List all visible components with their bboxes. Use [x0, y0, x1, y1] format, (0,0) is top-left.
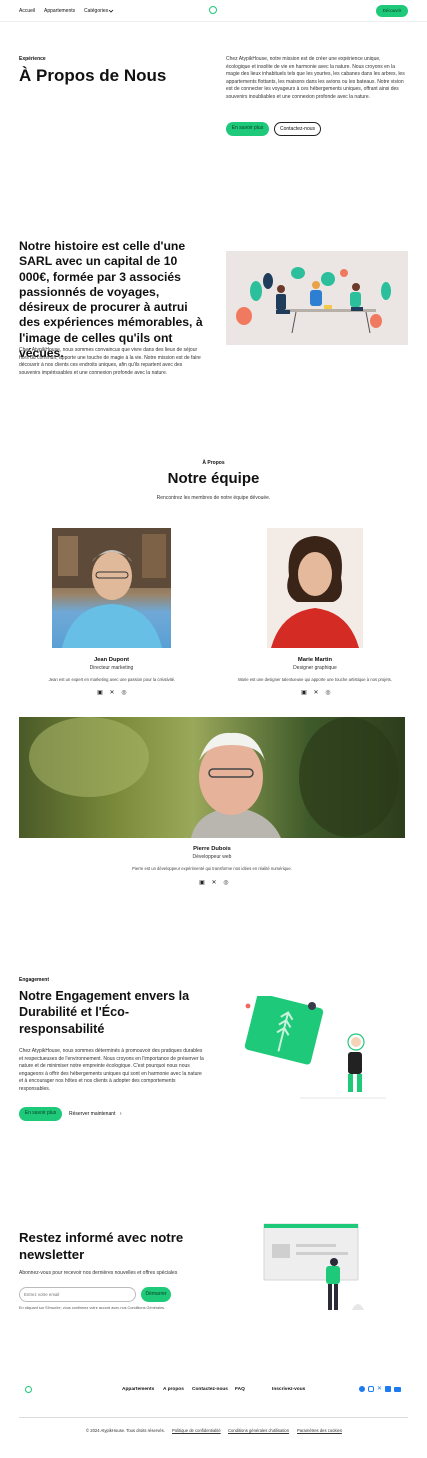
- member-name: Marie Martin: [297, 657, 333, 663]
- member-role: Directeur marketing: [89, 665, 134, 671]
- footer-social: ✕: [359, 1386, 402, 1392]
- newsletter-illustration: [262, 1222, 370, 1320]
- nav-link-accueil[interactable]: Accueil: [19, 8, 35, 14]
- team-kicker: À Propos: [202, 460, 225, 466]
- newsletter-subtitle: Abonnez-vous pour recevoir nos dernières…: [19, 1270, 178, 1276]
- member-bio: Jean est un expert en marketing avec une…: [48, 677, 176, 682]
- about-more-button[interactable]: En savoir plus: [226, 122, 269, 136]
- member-photo-marie: [267, 528, 363, 648]
- member-social-pierre: ▣ ✕ ◎: [199, 880, 229, 886]
- member-bio: Marie est une designer talentueuse qui a…: [238, 677, 392, 682]
- about-title: À Propos de Nous: [19, 66, 167, 85]
- newsletter-legal: En cliquant sur S'inscrire, vous confirm…: [19, 1306, 166, 1310]
- footer-logo[interactable]: [25, 1386, 32, 1393]
- x-icon[interactable]: ✕: [109, 690, 115, 696]
- chevron-right-icon: ›: [119, 1111, 122, 1117]
- linkedin-icon[interactable]: [385, 1386, 392, 1392]
- newsletter-title: Restez informé avec notre newsletter: [19, 1230, 184, 1263]
- engagement-illustration: [240, 993, 390, 1106]
- dribbble-icon[interactable]: ◎: [121, 690, 127, 696]
- member-photo-pierre: [19, 717, 405, 838]
- x-icon[interactable]: ✕: [211, 880, 217, 886]
- engagement-title: Notre Engagement envers la Durabilité et…: [19, 989, 190, 1036]
- youtube-icon[interactable]: [394, 1386, 402, 1392]
- story-text: Chez AtypikHouse, nous sommes convaincus…: [19, 347, 201, 376]
- member-social-marie: ▣ ✕ ◎: [301, 690, 331, 696]
- footer-link-inscrivez[interactable]: Inscrivez-vous: [272, 1387, 305, 1392]
- engagement-text: Chez AtypikHouse, nous sommes déterminés…: [19, 1048, 204, 1092]
- linkedin-icon[interactable]: ▣: [301, 690, 307, 696]
- engagement-kicker: Engagement: [19, 977, 50, 983]
- footer-link-appartements[interactable]: Appartements: [122, 1387, 154, 1392]
- member-role: Designer graphique: [293, 665, 337, 671]
- member-photo-jean: [52, 528, 171, 648]
- engagement-book-label: Réserver maintenant: [69, 1111, 116, 1117]
- story-title: Notre histoire est celle d'une SARL avec…: [19, 239, 203, 361]
- linkedin-icon[interactable]: ▣: [199, 880, 205, 886]
- x-icon[interactable]: ✕: [313, 690, 319, 696]
- team-subtitle: Rencontrez les membres de notre équipe d…: [156, 495, 271, 501]
- footer-link-faq[interactable]: FAQ: [235, 1387, 245, 1392]
- about-text: Chez AtypikHouse, notre mission est de c…: [226, 56, 405, 100]
- dribbble-icon[interactable]: ◎: [223, 880, 229, 886]
- member-social-jean: ▣ ✕ ◎: [97, 690, 127, 696]
- logo[interactable]: [209, 6, 217, 14]
- story-illustration: [226, 251, 408, 345]
- chevron-down-icon[interactable]: [108, 8, 114, 14]
- dribbble-icon[interactable]: ◎: [325, 690, 331, 696]
- footer-terms-link[interactable]: Conditions générales d'utilisation: [228, 1428, 289, 1433]
- footer-cookies-link[interactable]: Paramètres des cookies: [297, 1428, 342, 1433]
- member-bio: Pierre est un développeur expérimenté qu…: [132, 866, 292, 871]
- newsletter-start-button[interactable]: Démarrer: [141, 1287, 171, 1302]
- footer-link-contact[interactable]: Contactez-nous: [192, 1387, 228, 1392]
- about-contact-button[interactable]: Contactez-nous: [274, 122, 321, 136]
- newsletter-email-input[interactable]: [19, 1287, 136, 1302]
- about-kicker: Expérience: [19, 56, 46, 62]
- linkedin-icon[interactable]: ▣: [97, 690, 103, 696]
- engagement-book-link[interactable]: Réserver maintenant ›: [69, 1111, 121, 1117]
- nav-link-categories[interactable]: Catégories: [84, 8, 108, 14]
- nav-link-appartements[interactable]: Appartements: [44, 8, 75, 14]
- x-icon[interactable]: ✕: [377, 1386, 382, 1392]
- top-nav: Accueil Appartements Catégories Découvri…: [0, 0, 427, 22]
- footer-privacy-link[interactable]: Politique de confidentialité: [172, 1428, 221, 1433]
- footer-link-apropos[interactable]: A propos: [163, 1387, 184, 1392]
- engagement-more-button[interactable]: En savoir plus: [19, 1107, 62, 1121]
- member-name: Pierre Dubois: [193, 846, 231, 852]
- footer-divider: [19, 1417, 408, 1418]
- member-name: Jean Dupont: [93, 657, 130, 663]
- footer-copyright: © 2024 AtypikHouse. Tous droits réservés…: [86, 1428, 165, 1433]
- team-title: Notre équipe: [167, 470, 260, 487]
- discover-button[interactable]: Découvrir: [376, 5, 408, 17]
- member-role: Développeur web: [192, 854, 232, 860]
- instagram-icon[interactable]: [368, 1386, 374, 1392]
- facebook-icon[interactable]: [359, 1386, 365, 1392]
